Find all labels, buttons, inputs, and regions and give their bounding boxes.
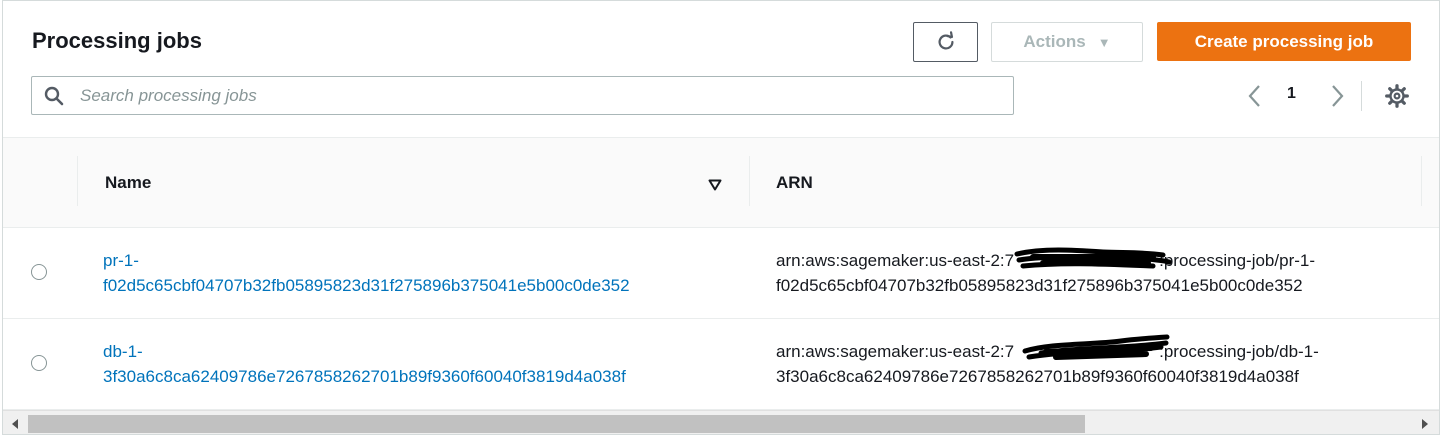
page-title: Processing jobs (32, 28, 202, 53)
table-row[interactable]: db-1- 3f30a6c8ca62409786e7267858262701b8… (3, 319, 1439, 410)
search-icon (44, 86, 64, 106)
actions-dropdown[interactable]: Actions ▼ (991, 22, 1143, 62)
pager-divider (1361, 81, 1362, 111)
column-header-arn[interactable]: ARN (776, 173, 813, 193)
arn-prefix: arn:aws:sagemaker:us-east-2:7 (776, 251, 1015, 270)
previous-page-button[interactable] (1243, 81, 1267, 111)
job-name-line2: 3f30a6c8ca62409786e7267858262701b89f9360… (103, 367, 626, 386)
redaction-scribble (1022, 334, 1170, 360)
row-select-radio[interactable] (31, 264, 47, 280)
search-input[interactable] (78, 80, 1002, 112)
scroll-right-icon[interactable] (1419, 416, 1431, 432)
arn-suffix: :processing-job/db-1- (1159, 342, 1319, 361)
chevron-right-icon (1332, 85, 1344, 107)
table-header: Name ARN (3, 138, 1439, 228)
caret-down-icon: ▼ (1097, 34, 1111, 50)
redaction-scribble (1014, 247, 1172, 269)
refresh-icon (938, 31, 954, 50)
scroll-left-icon[interactable] (9, 416, 21, 432)
job-name-link[interactable]: pr-1- f02d5c65cbf04707b32fb05895823d31f2… (103, 248, 630, 298)
arn-suffix: :processing-job/pr-1- (1159, 251, 1316, 270)
create-processing-job-button[interactable]: Create processing job (1157, 22, 1411, 61)
arn-line2: 3f30a6c8ca62409786e7267858262701b89f9360… (776, 367, 1299, 386)
column-divider (1421, 156, 1422, 206)
arn-line2: f02d5c65cbf04707b32fb05895823d31f275896b… (776, 276, 1303, 295)
job-name-line1: db-1- (103, 342, 143, 361)
search-box (31, 76, 1014, 115)
row-select-radio[interactable] (31, 355, 47, 371)
sort-descending-icon[interactable] (708, 178, 722, 196)
scrollbar-thumb[interactable] (28, 415, 1085, 433)
column-divider (749, 156, 750, 206)
column-header-name[interactable]: Name (105, 173, 151, 193)
refresh-button[interactable] (913, 22, 978, 62)
job-name-link[interactable]: db-1- 3f30a6c8ca62409786e7267858262701b8… (103, 339, 626, 389)
column-divider (77, 156, 78, 206)
horizontal-scrollbar[interactable] (3, 410, 1439, 434)
panel-header: Processing jobs Actions ▼ Create process… (3, 1, 1439, 138)
chevron-left-icon (1248, 85, 1260, 107)
gear-icon (1385, 84, 1409, 108)
next-page-button[interactable] (1325, 81, 1349, 111)
current-page-number[interactable]: 1 (1287, 85, 1296, 103)
sort-caret-icon (708, 179, 722, 191)
actions-label: Actions (1023, 32, 1086, 51)
processing-jobs-panel: Processing jobs Actions ▼ Create process… (2, 0, 1440, 435)
job-name-line1: pr-1- (103, 251, 139, 270)
arn-prefix: arn:aws:sagemaker:us-east-2:7 (776, 342, 1015, 361)
preferences-button[interactable] (1384, 83, 1410, 114)
table-row[interactable]: pr-1- f02d5c65cbf04707b32fb05895823d31f2… (3, 228, 1439, 319)
job-name-line2: f02d5c65cbf04707b32fb05895823d31f275896b… (103, 276, 630, 295)
